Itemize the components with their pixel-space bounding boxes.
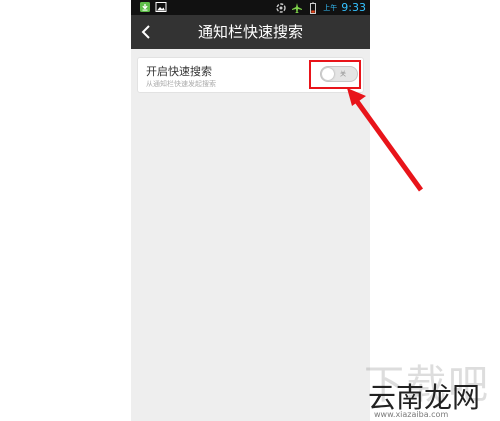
- watermark: 下载吧 云南龙网 www.xiazaiba.com: [360, 352, 500, 421]
- watermark-url: www.xiazaiba.com: [374, 410, 449, 419]
